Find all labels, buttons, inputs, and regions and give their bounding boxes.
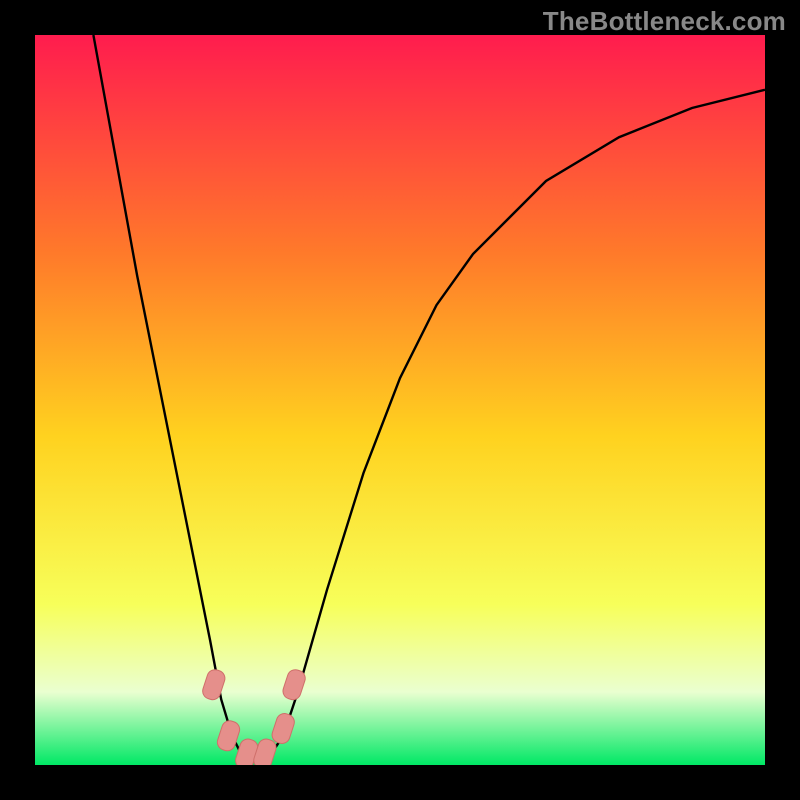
chart-plot-area [35,35,765,765]
chart-svg [35,35,765,765]
chart-frame: TheBottleneck.com [0,0,800,800]
watermark-text: TheBottleneck.com [543,6,786,37]
gradient-background [35,35,765,765]
